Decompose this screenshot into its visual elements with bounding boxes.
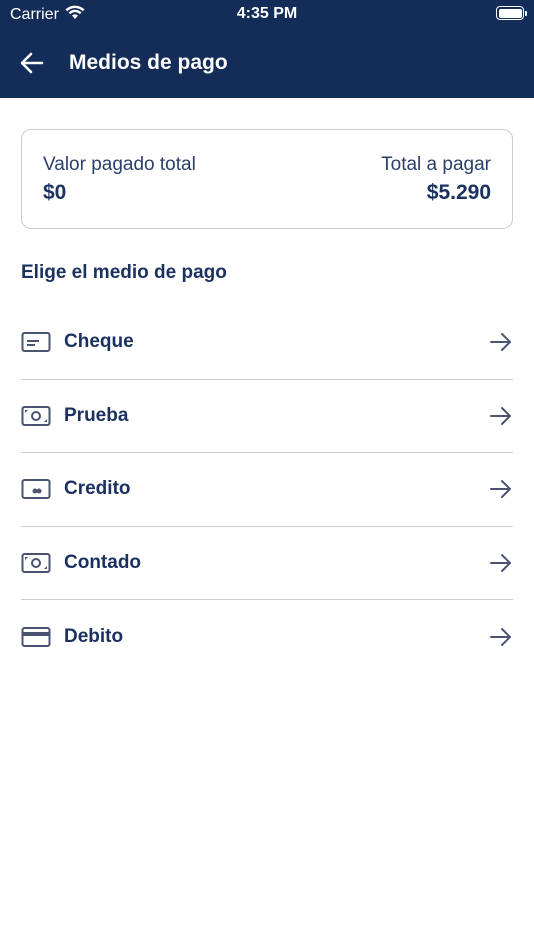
payment-method-contado[interactable]: Contado	[21, 527, 513, 600]
payment-summary-card: Valor pagado total $0 Total a pagar $5.2…	[21, 129, 513, 229]
battery-icon	[496, 6, 527, 20]
total-to-pay-value: $5.290	[426, 181, 491, 204]
total-to-pay-label: Total a pagar	[381, 154, 491, 175]
back-button[interactable]	[16, 48, 48, 78]
payment-methods-list: Cheque Prueba Credito Contado Debito	[21, 306, 513, 674]
page-title: Medios de pago	[69, 51, 228, 74]
nav-bar: Medios de pago	[0, 38, 534, 88]
payment-method-debito[interactable]: Debito	[21, 600, 513, 674]
arrow-right-icon	[490, 333, 511, 352]
payment-method-label: Debito	[64, 625, 124, 647]
payment-method-label: Cheque	[64, 331, 134, 353]
status-time: 4:35 PM	[236, 5, 298, 22]
card-icon	[21, 625, 51, 649]
wallet-icon	[21, 477, 51, 501]
app-header: Carrier 4:35 PM Medios de pago	[0, 0, 534, 98]
paid-total-label: Valor pagado total	[43, 154, 196, 175]
status-bar: Carrier 4:35 PM	[0, 0, 534, 28]
arrow-right-icon	[490, 480, 511, 499]
payment-method-prueba[interactable]: Prueba	[21, 380, 513, 453]
cash-icon	[21, 551, 51, 575]
arrow-right-icon	[490, 406, 511, 425]
payment-method-cheque[interactable]: Cheque	[21, 306, 513, 380]
paid-total-value: $0	[43, 181, 67, 204]
total-to-pay-block: Total a pagar $5.290	[381, 154, 491, 205]
arrow-right-icon	[490, 627, 511, 646]
section-title: Elige el medio de pago	[21, 262, 227, 283]
cheque-icon	[21, 330, 51, 354]
arrow-left-icon	[20, 52, 44, 74]
payment-method-label: Contado	[64, 551, 142, 573]
payment-method-label: Credito	[64, 478, 131, 500]
payment-method-label: Prueba	[64, 404, 129, 426]
paid-total-block: Valor pagado total $0	[43, 154, 196, 205]
arrow-right-icon	[490, 553, 511, 572]
payment-method-credito[interactable]: Credito	[21, 453, 513, 527]
cash-icon	[21, 404, 51, 428]
